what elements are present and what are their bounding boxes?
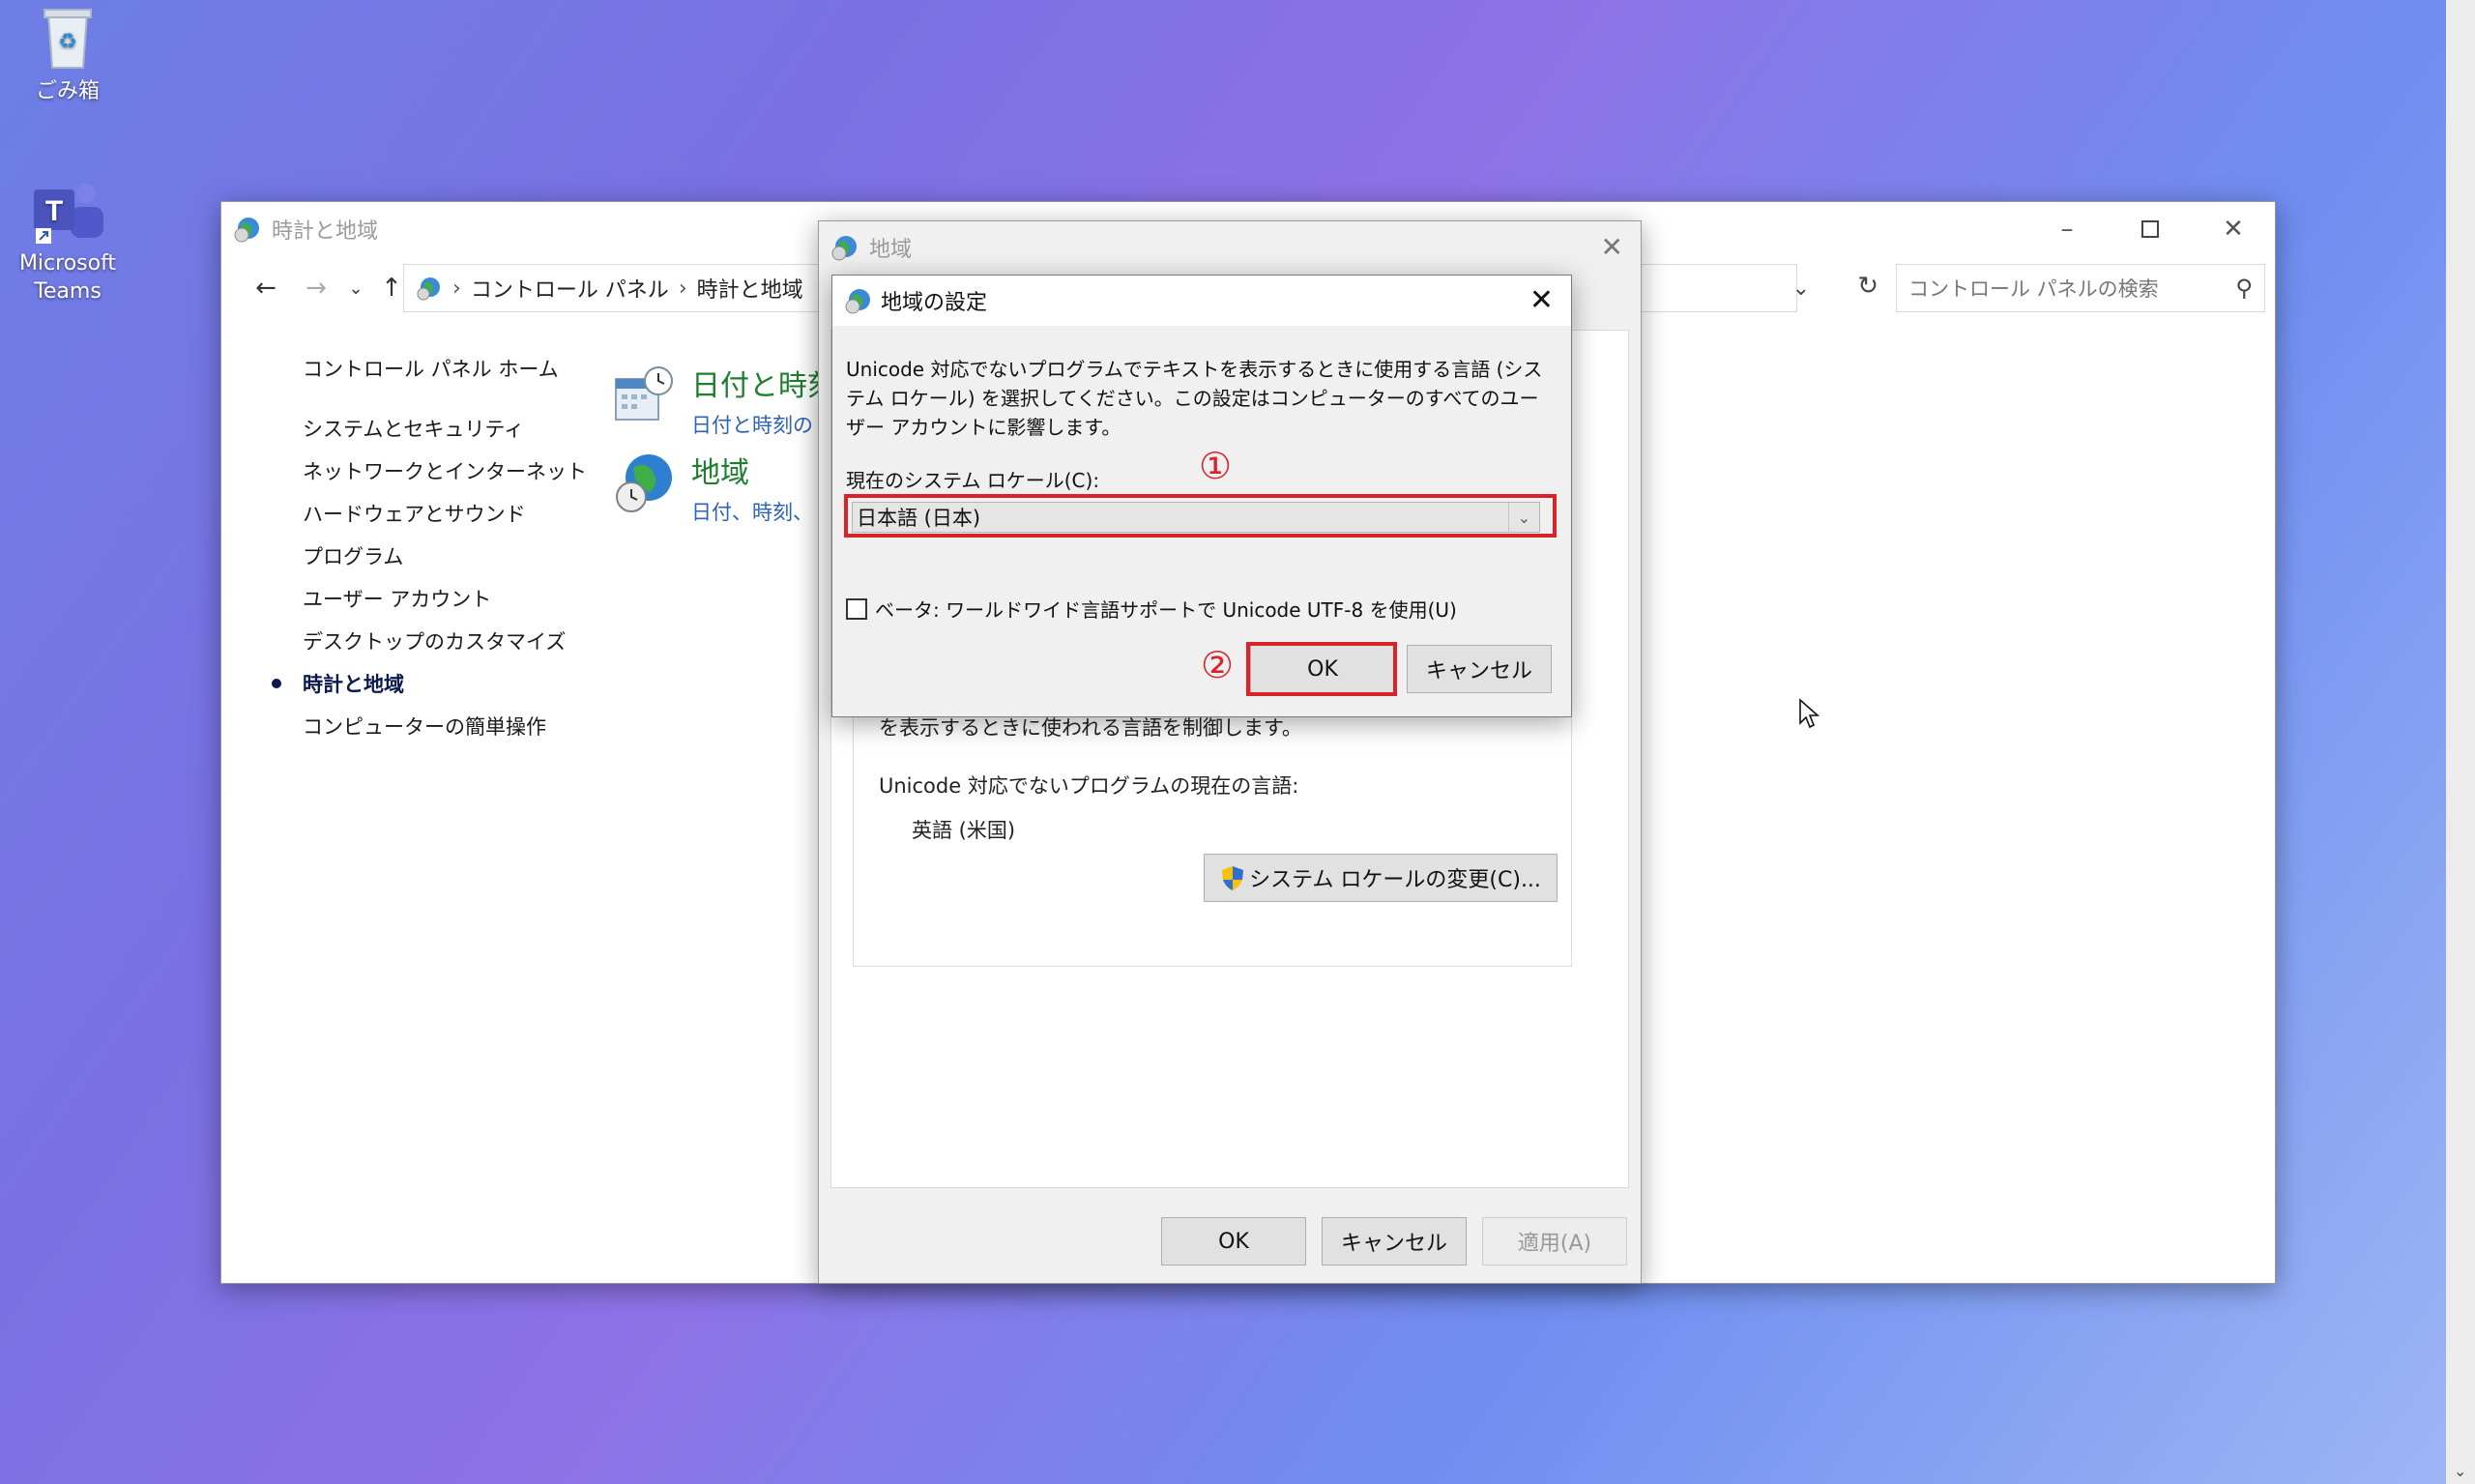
recycle-bin-desktop-icon[interactable]: ♻ ごみ箱 <box>0 6 135 104</box>
close-button[interactable]: ✕ <box>2192 202 2275 256</box>
utf8-checkbox[interactable] <box>846 597 867 620</box>
maximize-icon <box>2141 220 2159 238</box>
change-system-locale-button[interactable]: システム ロケールの変更(C)... <box>1204 854 1558 902</box>
region-apply-button[interactable]: 適用(A) <box>1482 1217 1627 1266</box>
settings-cancel-button[interactable]: キャンセル <box>1407 645 1552 693</box>
region-link[interactable]: 日付、時刻、 <box>691 497 813 526</box>
utf8-checkbox-label: ベータ: ワールドワイド言語サポートで Unicode UTF-8 を使用(U) <box>875 598 1457 622</box>
sidebar-item-hardware[interactable]: ハードウェアとサウンド <box>270 492 618 535</box>
admin-groupbox: を表示するときに使われる言語を制御します。 Unicode 対応でないプログラム… <box>853 708 1572 967</box>
current-lang-value: 英語 (米国) <box>912 819 1016 842</box>
teams-icon: T <box>26 180 109 247</box>
calendar-clock-icon <box>614 365 674 423</box>
recent-chevron-down-icon[interactable]: ⌄ <box>341 278 370 299</box>
sidebar-item-security[interactable]: システムとセキュリティ <box>270 407 618 450</box>
cp-window-icon <box>233 215 262 244</box>
sidebar-item-user-accounts[interactable]: ユーザー アカウント <box>270 577 618 620</box>
globe-clock-icon <box>614 451 678 514</box>
breadcrumb-separator-icon: › <box>678 276 687 301</box>
highlight-ok-button <box>1246 642 1397 696</box>
sidebar-item-desktop[interactable]: デスクトップのカスタマイズ <box>270 620 618 662</box>
address-cp-icon <box>416 275 443 302</box>
utf8-checkbox-row[interactable]: ベータ: ワールドワイド言語サポートで Unicode UTF-8 を使用(U) <box>846 595 1457 623</box>
recycle-bin-icon: ♻ <box>39 6 97 70</box>
breadcrumb-control-panel[interactable]: コントロール パネル <box>471 273 669 304</box>
cp-window-title: 時計と地域 <box>272 219 379 244</box>
region-ok-button[interactable]: OK <box>1161 1217 1306 1266</box>
desktop-scrollbar[interactable]: ⌄ <box>2446 0 2475 1484</box>
current-lang-label: Unicode 対応でないプログラムの現在の言語: <box>879 774 1299 798</box>
settings-dialog-title: 地域の設定 <box>881 291 988 315</box>
datetime-title[interactable]: 日付と時刻 <box>691 362 836 404</box>
sidebar-item-clock-region[interactable]: 時計と地域 <box>270 662 618 705</box>
breadcrumb-separator-icon: › <box>452 276 461 301</box>
search-input[interactable]: コントロール パネルの検索 <box>1908 274 2159 303</box>
sidebar-item-home[interactable]: コントロール パネル ホーム <box>270 347 618 390</box>
category-region: 地域 日付、時刻、 <box>616 449 813 526</box>
mouse-cursor-icon <box>1798 698 1821 731</box>
refresh-icon[interactable]: ↻ <box>1857 272 1878 301</box>
settings-close-icon[interactable]: ✕ <box>1529 283 1554 317</box>
settings-description: Unicode 対応でないプログラムでテキストを表示するときに使用する言語 (シ… <box>846 358 1543 439</box>
sidebar-item-label: 時計と地域 <box>303 673 404 696</box>
svg-text:♻: ♻ <box>58 30 77 54</box>
annotation-step-2: ② <box>1201 644 1235 686</box>
back-arrow-icon[interactable]: ← <box>241 274 291 303</box>
sidebar-item-programs[interactable]: プログラム <box>270 535 618 577</box>
recycle-bin-label: ごみ箱 <box>35 79 100 103</box>
cp-sidebar: コントロール パネル ホーム システムとセキュリティ ネットワークとインターネッ… <box>270 347 618 747</box>
region-dialog-title: 地域 <box>869 238 913 262</box>
annotation-step-1: ① <box>1199 445 1233 487</box>
minimize-button[interactable]: – <box>2025 202 2109 256</box>
teams-label: Microsoft Teams <box>18 251 117 304</box>
breadcrumb-clock-region[interactable]: 時計と地域 <box>697 273 803 304</box>
category-datetime: 日付と時刻 日付と時刻の <box>615 362 836 439</box>
change-locale-label: システム ロケールの変更(C)... <box>1249 868 1541 892</box>
teams-desktop-icon[interactable]: T Microsoft Teams <box>0 180 135 306</box>
highlight-locale-select <box>844 494 1557 538</box>
uac-shield-icon <box>1220 864 1245 891</box>
sidebar-item-network[interactable]: ネットワークとインターネット <box>270 450 618 492</box>
address-dropdown-icon[interactable]: ⌄ <box>1792 276 1810 301</box>
region-cancel-button[interactable]: キャンセル <box>1322 1217 1467 1266</box>
region-titlebar: 地域 ✕ <box>819 221 1641 274</box>
active-bullet-icon <box>272 679 281 688</box>
svg-text:T: T <box>45 195 63 227</box>
scroll-down-chevron-icon[interactable]: ⌄ <box>2454 1462 2466 1480</box>
search-box[interactable]: コントロール パネルの検索 ⚲ <box>1896 264 2265 312</box>
settings-window-icon <box>844 286 873 315</box>
region-close-icon[interactable]: ✕ <box>1601 231 1623 263</box>
region-title[interactable]: 地域 <box>691 449 813 491</box>
region-window-icon <box>830 233 859 262</box>
forward-arrow-icon[interactable]: → <box>291 274 341 303</box>
maximize-button[interactable] <box>2109 202 2192 256</box>
datetime-link[interactable]: 日付と時刻の <box>691 410 836 439</box>
system-locale-label: 現在のシステム ロケール(C): <box>846 469 1100 492</box>
search-icon: ⚲ <box>2235 275 2253 302</box>
sidebar-item-ease-of-access[interactable]: コンピューターの簡単操作 <box>270 705 618 747</box>
settings-titlebar: 地域の設定 ✕ <box>832 276 1571 326</box>
